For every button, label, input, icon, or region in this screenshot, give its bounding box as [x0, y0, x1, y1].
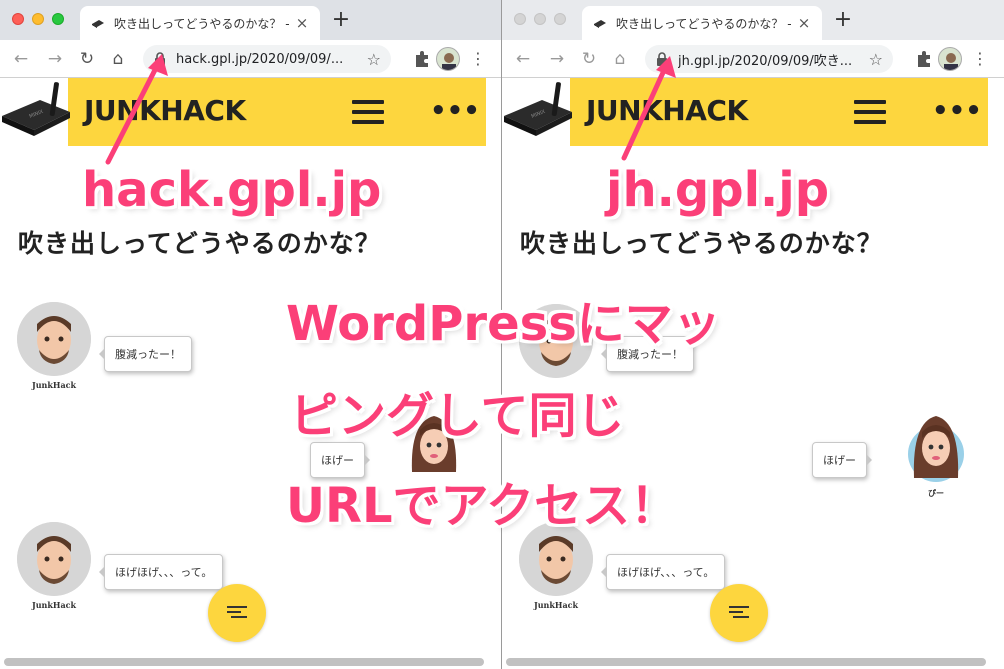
- table-of-contents-icon: [729, 606, 749, 618]
- android-tv-box-image: MINIX: [2, 82, 70, 136]
- speech-bubble: ほげほげ、、、って。: [606, 554, 726, 590]
- minimize-window-button[interactable]: [534, 13, 546, 25]
- tab-strip: 吹き出しってどうやるのかな？ - ... × +: [502, 0, 1004, 40]
- forward-button[interactable]: →: [44, 48, 66, 70]
- reload-button[interactable]: ↻: [578, 48, 600, 70]
- window-controls: [514, 13, 566, 25]
- profile-avatar[interactable]: [938, 47, 962, 71]
- avatar-name: JunkHack: [31, 380, 77, 390]
- extensions-puzzle-icon[interactable]: [412, 49, 432, 69]
- android-tv-box-image: MINIX: [504, 82, 572, 136]
- close-window-button[interactable]: [12, 13, 24, 25]
- avatar: [17, 522, 91, 596]
- avatar-name: JunkHack: [31, 600, 77, 610]
- minimize-window-button[interactable]: [32, 13, 44, 25]
- tab-close-icon[interactable]: ×: [796, 14, 812, 32]
- left-domain-annotation: hack.gpl.jp: [82, 162, 382, 218]
- bookmark-star-icon[interactable]: ☆: [869, 50, 883, 69]
- forward-button[interactable]: →: [546, 48, 568, 70]
- browser-tab[interactable]: 吹き出しってどうやるのかな？ - ... ×: [80, 6, 320, 40]
- post-title: 吹き出しってどうやるのかな？: [18, 229, 381, 258]
- post-title: 吹き出しってどうやるのかな？: [520, 229, 883, 258]
- close-window-button[interactable]: [514, 13, 526, 25]
- speech-bubble: ほげー: [812, 442, 867, 478]
- message-line-1: WordPressにマッ: [286, 296, 721, 352]
- browser-tab[interactable]: 吹き出しってどうやるのかな？ - ... ×: [582, 6, 822, 40]
- back-button[interactable]: ←: [512, 48, 534, 70]
- message-line-2: ピングして同じ: [290, 388, 625, 444]
- avatar-name: JunkHack: [533, 600, 579, 610]
- tab-title: 吹き出しってどうやるのかな？ - ...: [114, 16, 294, 31]
- new-tab-button[interactable]: +: [330, 9, 352, 32]
- browser-menu-icon[interactable]: ⋮: [468, 48, 488, 70]
- browser-toolbar: ← → ↻ ⌂ hack.gpl.jp/2020/09/09/... ☆ ⋮: [0, 40, 501, 78]
- favicon-icon: [592, 15, 608, 31]
- browser-menu-icon[interactable]: ⋮: [970, 48, 990, 70]
- back-button[interactable]: ←: [10, 48, 32, 70]
- bookmark-star-icon[interactable]: ☆: [367, 50, 381, 69]
- chat-left-3: JunkHack ほげほげ、、、って。: [17, 522, 224, 610]
- more-options-icon[interactable]: •••: [932, 96, 982, 126]
- favicon-icon: [90, 15, 106, 31]
- right-domain-annotation: jh.gpl.jp: [606, 162, 830, 218]
- maximize-window-button[interactable]: [554, 13, 566, 25]
- profile-avatar[interactable]: [436, 47, 460, 71]
- horizontal-scrollbar-thumb[interactable]: [4, 658, 484, 666]
- tab-strip: 吹き出しってどうやるのかな？ - ... × +: [0, 0, 501, 40]
- url-text: jh.gpl.jp/2020/09/09/吹き...: [678, 53, 853, 69]
- table-of-contents-icon: [227, 606, 247, 618]
- chat-left-1: JunkHack 腹減ったー！: [17, 302, 192, 390]
- girl-avatar-image: [908, 416, 964, 482]
- speech-bubble: 腹減ったー！: [104, 336, 192, 372]
- extensions-puzzle-icon[interactable]: [914, 49, 934, 69]
- toc-button[interactable]: [710, 584, 768, 642]
- more-options-icon[interactable]: •••: [430, 96, 480, 126]
- avatar-name: ぴー: [928, 488, 944, 498]
- message-line-3: URLでアクセス！: [286, 478, 679, 534]
- speech-bubble: ほげほげ、、、って。: [104, 554, 224, 590]
- hamburger-menu-icon[interactable]: [854, 100, 886, 124]
- avatar-block: ぴー: [906, 412, 966, 499]
- hamburger-menu-icon[interactable]: [352, 100, 384, 124]
- toc-button[interactable]: [208, 584, 266, 642]
- avatar: [17, 302, 91, 376]
- url-text: hack.gpl.jp/2020/09/09/...: [176, 51, 344, 67]
- tab-close-icon[interactable]: ×: [294, 14, 310, 32]
- browser-toolbar: ← → ↻ ⌂ jh.gpl.jp/2020/09/09/吹き... ☆ ⋮: [502, 40, 1004, 78]
- tab-title: 吹き出しってどうやるのかな？ - ...: [616, 16, 796, 31]
- arrow-left-annotation: [105, 54, 168, 165]
- arrow-right-annotation: [621, 56, 676, 161]
- maximize-window-button[interactable]: [52, 13, 64, 25]
- window-controls: [12, 13, 64, 25]
- horizontal-scrollbar-thumb[interactable]: [506, 658, 986, 666]
- new-tab-button[interactable]: +: [832, 9, 854, 32]
- address-bar[interactable]: hack.gpl.jp/2020/09/09/... ☆: [143, 45, 391, 73]
